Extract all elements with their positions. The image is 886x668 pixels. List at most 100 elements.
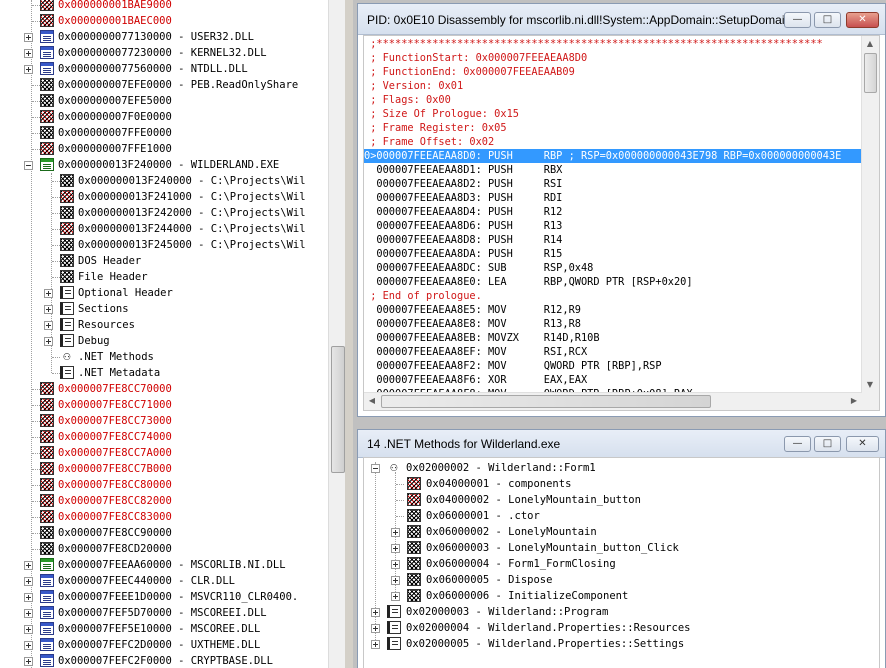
method-tree-node[interactable]: 0x06000001 - .ctor <box>364 508 864 524</box>
tree-node[interactable]: 0x000007FEFC2F0000 - CRYPTBASE.DLL <box>0 653 328 668</box>
method-tree-node[interactable]: 0x02000004 - Wilderland.Properties::Reso… <box>364 620 864 636</box>
tree-node[interactable]: 0x000007FEEAA60000 - MSCORLIB.NI.DLL <box>0 557 328 573</box>
tree-node[interactable]: File Header <box>0 269 328 285</box>
tree-node[interactable]: 0x000007FEFC2D0000 - UXTHEME.DLL <box>0 637 328 653</box>
expand-plus-icon[interactable] <box>24 657 33 666</box>
tree-node[interactable]: 0x000000013F244000 - C:\Projects\Wil <box>0 221 328 237</box>
instruction-line[interactable]: 000007FEEAEAA8D2: PUSH RSI <box>364 177 562 191</box>
tree-node[interactable]: Debug <box>0 333 328 349</box>
expand-plus-icon[interactable] <box>371 640 380 649</box>
collapse-minus-icon[interactable] <box>371 464 380 473</box>
tree-node[interactable]: 0x000000013F240000 - C:\Projects\Wil <box>0 173 328 189</box>
pane-splitter[interactable] <box>345 0 353 668</box>
scroll-down-arrow-icon[interactable]: ▼ <box>862 377 878 393</box>
tree-node[interactable]: 0x000000007F0E0000 <box>0 109 328 125</box>
memory-tree-panel[interactable]: 0x000000001BAE9000 0x000000001BAEC000 0x00… <box>0 0 328 668</box>
tree-node[interactable]: 0x000007FEF5E10000 - MSCOREE.DLL <box>0 621 328 637</box>
method-tree-node[interactable]: 0x06000002 - LonelyMountain <box>364 524 864 540</box>
tree-node[interactable]: 0x000007FE8CC80000 <box>0 477 328 493</box>
tree-node[interactable]: 0x000000007FFE0000 <box>0 125 328 141</box>
comment-line[interactable]: ; Flags: 0x00 <box>364 93 451 107</box>
tree-node[interactable]: DOS Header <box>0 253 328 269</box>
tree-node[interactable]: Sections <box>0 301 328 317</box>
expand-plus-icon[interactable] <box>44 305 53 314</box>
method-tree-node[interactable]: 0x06000005 - Dispose <box>364 572 864 588</box>
instruction-line[interactable]: 000007FEEAEAA8F6: XOR EAX,EAX <box>364 373 587 387</box>
tree-node[interactable]: 0x000007FE8CC74000 <box>0 429 328 445</box>
tree-node[interactable]: 0x000007FE8CD20000 <box>0 541 328 557</box>
disassembly-horizontal-scrollbar[interactable]: ◀ ▶ <box>364 392 862 410</box>
tree-node[interactable]: 0x000007FE8CC73000 <box>0 413 328 429</box>
disassembly-listing[interactable]: ;***************************************… <box>363 35 880 411</box>
expand-plus-icon[interactable] <box>391 528 400 537</box>
disassembly-vertical-scrollbar[interactable]: ▲ ▼ <box>861 36 879 393</box>
expand-plus-icon[interactable] <box>44 337 53 346</box>
tree-node[interactable]: 0x000000013F245000 - C:\Projects\Wil <box>0 237 328 253</box>
instruction-line[interactable]: 000007FEEAEAA8D1: PUSH RBX <box>364 163 562 177</box>
tree-node[interactable]: 0x000007FEEC440000 - CLR.DLL <box>0 573 328 589</box>
tree-node[interactable]: 0x000000001BAE9000 <box>0 0 328 13</box>
expand-plus-icon[interactable] <box>371 608 380 617</box>
tree-node[interactable]: 0x000000007FFE1000 <box>0 141 328 157</box>
tree-node[interactable]: 0x000007FE8CC90000 <box>0 525 328 541</box>
tree-node[interactable]: 0x000000013F241000 - C:\Projects\Wil <box>0 189 328 205</box>
tree-node[interactable]: 0x000000007EFE0000 - PEB.ReadOnlyShare <box>0 77 328 93</box>
instruction-line[interactable]: 000007FEEAEAA8EB: MOVZX R14D,R10B <box>364 331 599 345</box>
tree-node[interactable]: 0x000007FEF5D70000 - MSCOREEI.DLL <box>0 605 328 621</box>
expand-plus-icon[interactable] <box>44 289 53 298</box>
current-instruction-line[interactable]: 0>000007FEEAEAA8D0: PUSH RBP ; RSP=0x000… <box>364 149 862 163</box>
disassembly-title-bar[interactable]: PID: 0x0E10 Disassembly for mscorlib.ni.… <box>358 4 885 35</box>
close-button[interactable]: ✕ <box>846 12 879 28</box>
expand-plus-icon[interactable] <box>371 624 380 633</box>
expand-plus-icon[interactable] <box>24 593 33 602</box>
tree-scrollbar-thumb[interactable] <box>331 346 345 473</box>
instruction-line[interactable]: 000007FEEAEAA8D3: PUSH RDI <box>364 191 562 205</box>
method-tree-node[interactable]: 0x02000003 - Wilderland::Program <box>364 604 864 620</box>
tree-node[interactable]: Optional Header <box>0 285 328 301</box>
instruction-line[interactable]: 000007FEEAEAA8DC: SUB RSP,0x48 <box>364 261 593 275</box>
tree-node[interactable]: ⚇ .NET Methods <box>0 349 328 365</box>
tree-node[interactable]: 0x000007FE8CC7A000 <box>0 445 328 461</box>
minimize-button[interactable]: — <box>784 436 811 452</box>
expand-plus-icon[interactable] <box>391 544 400 553</box>
tree-node[interactable]: Resources <box>0 317 328 333</box>
tree-node[interactable]: 0x000007FEEE1D0000 - MSVCR110_CLR0400. <box>0 589 328 605</box>
expand-plus-icon[interactable] <box>24 641 33 650</box>
comment-line[interactable]: ; End of prologue. <box>364 289 482 303</box>
instruction-line[interactable]: 000007FEEAEAA8E5: MOV R12,R9 <box>364 303 581 317</box>
tree-node[interactable]: 0x0000000077230000 - KERNEL32.DLL <box>0 45 328 61</box>
expand-plus-icon[interactable] <box>24 49 33 58</box>
expand-plus-icon[interactable] <box>24 577 33 586</box>
method-tree-node[interactable]: 0x06000004 - Form1_FormClosing <box>364 556 864 572</box>
expand-plus-icon[interactable] <box>391 592 400 601</box>
tree-node[interactable]: 0x000007FE8CC83000 <box>0 509 328 525</box>
expand-plus-icon[interactable] <box>44 321 53 330</box>
instruction-line[interactable]: 000007FEEAEAA8D8: PUSH R14 <box>364 233 562 247</box>
comment-line[interactable]: ;***************************************… <box>364 37 823 51</box>
close-button[interactable]: ✕ <box>846 436 879 452</box>
comment-line[interactable]: ; Frame Register: 0x05 <box>364 121 506 135</box>
method-tree-node[interactable]: 0x06000003 - LonelyMountain_button_Click <box>364 540 864 556</box>
comment-line[interactable]: ; FunctionEnd: 0x000007FEEAEAAB09 <box>364 65 575 79</box>
tree-node[interactable]: 0x000007FE8CC70000 <box>0 381 328 397</box>
dotnet-methods-window[interactable]: 14 .NET Methods for Wilderland.exe — □ ✕… <box>357 429 886 668</box>
expand-plus-icon[interactable] <box>24 561 33 570</box>
disassembly-vscroll-thumb[interactable] <box>864 53 877 93</box>
tree-node[interactable]: 0x000007FE8CC7B000 <box>0 461 328 477</box>
tree-node[interactable]: 0x000000001BAEC000 <box>0 13 328 29</box>
scroll-left-arrow-icon[interactable]: ◀ <box>364 393 380 409</box>
comment-line[interactable]: ; Frame Offset: 0x02 <box>364 135 494 149</box>
expand-plus-icon[interactable] <box>391 576 400 585</box>
tree-node[interactable]: 0x000007FE8CC82000 <box>0 493 328 509</box>
comment-line[interactable]: ; Size Of Prologue: 0x15 <box>364 107 519 121</box>
tree-node[interactable]: 0x000007FE8CC71000 <box>0 397 328 413</box>
tree-node[interactable]: 0x000000013F242000 - C:\Projects\Wil <box>0 205 328 221</box>
comment-line[interactable]: ; Version: 0x01 <box>364 79 463 93</box>
collapse-minus-icon[interactable] <box>24 161 33 170</box>
methods-title-bar[interactable]: 14 .NET Methods for Wilderland.exe — □ ✕ <box>358 430 885 458</box>
expand-plus-icon[interactable] <box>24 65 33 74</box>
minimize-button[interactable]: — <box>784 12 811 28</box>
tree-node[interactable]: 0x000000007EFE5000 <box>0 93 328 109</box>
scroll-up-arrow-icon[interactable]: ▲ <box>862 36 878 52</box>
instruction-line[interactable]: 000007FEEAEAA8E0: LEA RBP,QWORD PTR [RSP… <box>364 275 692 289</box>
